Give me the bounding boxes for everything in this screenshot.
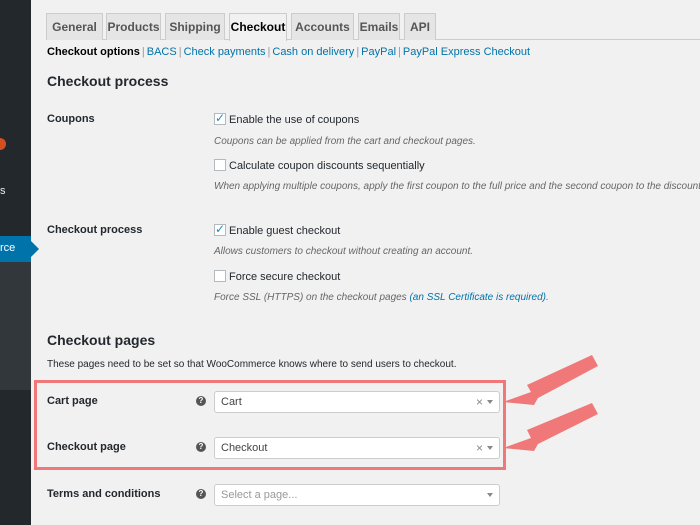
annotation-arrows <box>503 355 598 451</box>
arrow-shape <box>503 403 598 451</box>
arrow-shape <box>503 355 598 405</box>
